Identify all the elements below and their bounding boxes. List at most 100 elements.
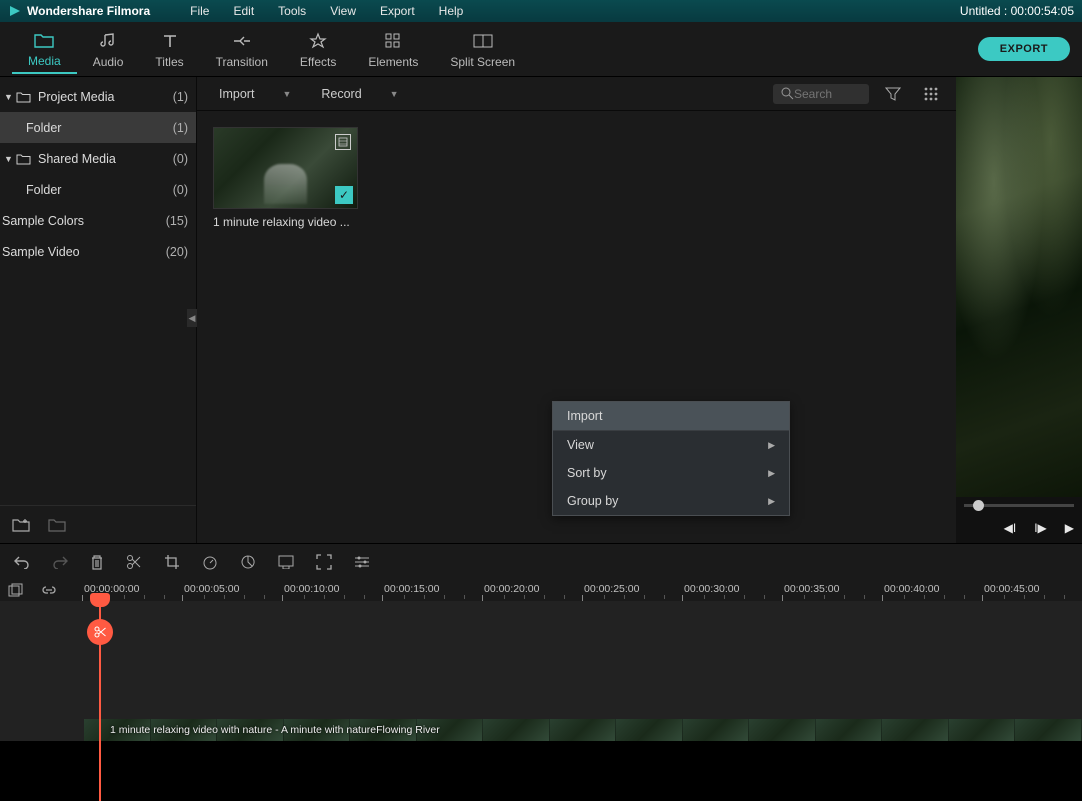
tree-count: (0) [173,183,188,197]
undo-button[interactable] [14,555,30,569]
tree-count: (20) [166,245,188,259]
search-box[interactable] [773,84,869,104]
ctx-sortby[interactable]: Sort by▶ [553,459,789,487]
timeline-header: 00:00:00:0000:00:05:0000:00:10:0000:00:1… [0,579,1082,601]
left-panel-footer [0,505,196,543]
tree-folder-2[interactable]: Folder (0) [0,174,196,205]
tab-label: Split Screen [450,55,515,69]
timeline: 00:00:00:0000:00:05:0000:00:10:0000:00:1… [0,579,1082,741]
timeline-clip[interactable]: ▶ 1 minute relaxing video with nature - … [84,719,1082,741]
ruler-tick: 00:00:30:00 [684,583,739,595]
media-thumbnail[interactable]: ✓ 1 minute relaxing video ... [213,127,358,229]
tab-transition[interactable]: Transition [200,25,284,73]
split-button[interactable] [126,554,142,570]
tree-label: Shared Media [38,152,173,166]
folder-icon [16,153,34,165]
tab-splitscreen[interactable]: Split Screen [434,25,531,73]
tab-label: Titles [155,55,183,69]
tab-titles[interactable]: Titles [139,25,199,73]
tab-media[interactable]: Media [12,24,77,74]
preview-slider[interactable] [956,497,1082,513]
chevron-down-icon: ▼ [4,154,16,164]
video-badge-icon [335,134,351,150]
left-panel: ▼ Project Media (1) Folder (1) ▼ Shared … [0,77,196,543]
record-dropdown[interactable]: Record ▼ [311,83,408,105]
ruler-tick: 00:00:35:00 [784,583,839,595]
time-ruler[interactable]: 00:00:00:0000:00:05:0000:00:10:0000:00:1… [84,579,1082,601]
menu-file[interactable]: File [180,4,219,18]
prev-frame-button[interactable]: ◀I [1004,521,1017,535]
submenu-arrow-icon: ▶ [768,468,775,479]
delete-button[interactable] [90,554,104,570]
delete-folder-button[interactable] [48,517,66,532]
splitscreen-icon [473,31,493,51]
collapse-panel-button[interactable]: ◀ [187,309,197,327]
color-button[interactable] [240,554,256,570]
import-dropdown[interactable]: Import ▼ [209,83,301,105]
playhead-handle[interactable] [90,593,110,607]
media-panel: Import ▼ Record ▼ ✓ 1 minute relaxing vi… [196,77,956,543]
tree-label: Project Media [38,90,173,104]
play-button[interactable]: ▶ [1065,521,1074,535]
ctx-import[interactable]: Import [553,402,789,430]
tree-label: Folder [26,183,173,197]
tree-label: Sample Colors [2,214,166,228]
tree-count: (1) [173,121,188,135]
ruler-tick: 00:00:20:00 [484,583,539,595]
checkmark-icon: ✓ [335,186,353,204]
slider-thumb[interactable] [973,500,984,511]
stop-button[interactable]: I▶ [1034,521,1047,535]
green-screen-button[interactable] [278,555,294,569]
grid-view-button[interactable] [917,82,944,105]
preview-panel: ◀I I▶ ▶ [956,77,1082,543]
settings-button[interactable] [354,555,370,569]
dropdown-label: Record [321,87,361,101]
tab-label: Media [28,54,61,68]
tab-audio[interactable]: Audio [77,25,140,73]
menu-tools[interactable]: Tools [268,4,316,18]
workspace: ▼ Project Media (1) Folder (1) ▼ Shared … [0,77,1082,543]
project-title-duration: Untitled : 00:00:54:05 [960,4,1074,18]
ctx-view[interactable]: View▶ [553,431,789,459]
search-icon [781,87,794,100]
menu-edit[interactable]: Edit [223,4,264,18]
speed-button[interactable] [202,554,218,570]
menu-export[interactable]: Export [370,4,425,18]
playhead-cut-button[interactable] [87,619,113,645]
music-icon [99,31,117,51]
text-icon [162,31,178,51]
tree-shared-media[interactable]: ▼ Shared Media (0) [0,143,196,174]
folder-icon [34,30,54,50]
tab-label: Elements [368,55,418,69]
search-input[interactable] [794,87,854,101]
preview-viewport[interactable] [956,77,1082,497]
ruler-tick: 00:00:15:00 [384,583,439,595]
tab-label: Audio [93,55,124,69]
timeline-tracks[interactable]: ▶ 1 minute relaxing video with nature - … [0,601,1082,741]
effects-icon [309,31,327,51]
crop-button[interactable] [164,554,180,570]
ruler-tick: 00:00:40:00 [884,583,939,595]
tree-count: (1) [173,90,188,104]
new-folder-button[interactable] [12,517,30,532]
tree-project-media[interactable]: ▼ Project Media (1) [0,81,196,112]
tree-sample-video[interactable]: Sample Video (20) [0,236,196,267]
tab-effects[interactable]: Effects [284,25,352,73]
add-track-button[interactable] [8,583,23,598]
link-button[interactable] [41,584,57,596]
media-grid[interactable]: ✓ 1 minute relaxing video ... Import Vie… [197,111,956,543]
menu-help[interactable]: Help [429,4,474,18]
tree-sample-colors[interactable]: Sample Colors (15) [0,205,196,236]
menu-view[interactable]: View [320,4,366,18]
tab-label: Effects [300,55,336,69]
crop-zoom-button[interactable] [316,554,332,570]
filter-button[interactable] [879,83,907,105]
redo-button[interactable] [52,555,68,569]
titlebar: Wondershare Filmora File Edit Tools View… [0,0,1082,22]
ctx-groupby[interactable]: Group by▶ [553,487,789,515]
app-name: Wondershare Filmora [27,4,150,18]
tab-elements[interactable]: Elements [352,25,434,73]
tree-count: (0) [173,152,188,166]
export-button[interactable]: EXPORT [978,37,1070,61]
tree-folder-1[interactable]: Folder (1) [0,112,196,143]
